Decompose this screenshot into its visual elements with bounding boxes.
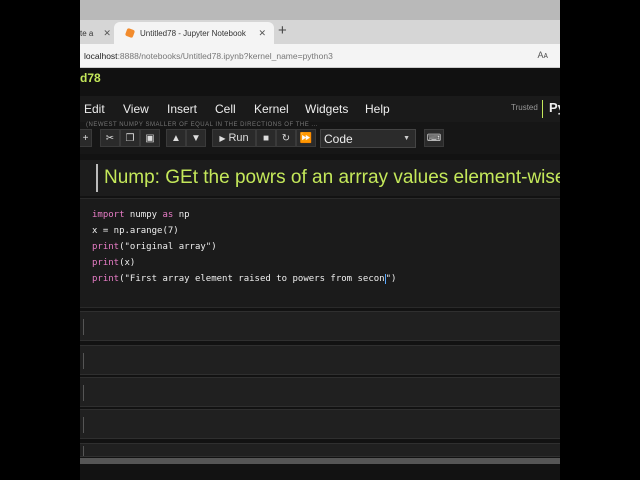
play-icon: ▶ bbox=[219, 133, 226, 143]
move-down-button[interactable]: ▼ bbox=[186, 129, 206, 147]
tab-previous-label: te a bbox=[80, 28, 94, 38]
menu-widgets[interactable]: Widgets bbox=[305, 102, 348, 116]
copy-icon: ❐ bbox=[125, 132, 135, 144]
cut-button[interactable]: ✂ bbox=[100, 129, 120, 147]
fast-forward-icon: ⏩ bbox=[299, 132, 313, 144]
keyboard-icon: ⌨ bbox=[426, 132, 442, 144]
trusted-indicator[interactable]: Trusted bbox=[511, 103, 538, 112]
menu-kernel[interactable]: Kernel bbox=[254, 102, 289, 116]
paste-button[interactable]: ▣ bbox=[140, 129, 160, 147]
cell-prompt bbox=[83, 417, 84, 433]
menu-insert[interactable]: Insert bbox=[167, 102, 197, 116]
run-button[interactable]: ▶ Run bbox=[212, 129, 256, 147]
scissors-icon: ✂ bbox=[105, 132, 115, 144]
notebook-toolbar: (NEWEST NUMPY SMALLER OF EQUAL IN THE DI… bbox=[80, 122, 560, 154]
chevron-down-icon: ▼ bbox=[403, 135, 410, 142]
cell-prompt bbox=[83, 353, 84, 369]
close-tab-icon[interactable]: ✕ bbox=[103, 28, 111, 39]
menu-cell[interactable]: Cell bbox=[215, 102, 236, 116]
url-host: localhost bbox=[84, 50, 118, 61]
code-line: print("original array") bbox=[92, 239, 396, 255]
cell-type-select[interactable]: Code ▼ bbox=[320, 129, 416, 148]
code-builtin: print bbox=[92, 274, 120, 284]
stop-icon: ■ bbox=[262, 132, 270, 144]
browser-window: te a ✕ Untitled78 - Jupyter Notebook ✕ +… bbox=[80, 0, 560, 480]
kernel-divider bbox=[542, 100, 543, 118]
url-path: :8888/notebooks/Untitled78.ipynb?kernel_… bbox=[117, 50, 333, 61]
notebook-header: d78 bbox=[80, 68, 560, 90]
empty-code-cell[interactable] bbox=[80, 409, 560, 439]
tab-active[interactable]: Untitled78 - Jupyter Notebook ✕ bbox=[114, 22, 274, 44]
cell-prompt bbox=[83, 385, 84, 401]
arrow-up-icon: ▲ bbox=[171, 132, 181, 144]
code-line: import numpy as np bbox=[92, 207, 396, 223]
cell-prompt bbox=[83, 446, 84, 456]
code-editor[interactable]: import numpy as np x = np.arange(7) print(… bbox=[92, 207, 396, 287]
tab-previous[interactable]: te a ✕ bbox=[80, 22, 112, 44]
kernel-name[interactable]: Py bbox=[549, 100, 560, 115]
code-token: (x) bbox=[119, 258, 136, 268]
arrow-down-icon: ▼ bbox=[191, 132, 201, 144]
address-bar[interactable]: localhost:8888/notebooks/Untitled78.ipyn… bbox=[80, 44, 560, 68]
notebook-title[interactable]: d78 bbox=[80, 71, 101, 85]
code-token: ("original array") bbox=[119, 242, 217, 252]
close-tab-icon[interactable]: ✕ bbox=[258, 28, 266, 39]
empty-code-cell[interactable] bbox=[80, 345, 560, 375]
add-cell-button[interactable]: + bbox=[80, 129, 92, 147]
cell-type-value: Code bbox=[324, 131, 353, 146]
cell-prompt bbox=[83, 319, 84, 335]
menu-bar: Edit View Insert Cell Kernel Widgets Hel… bbox=[80, 96, 560, 122]
tab-active-label: Untitled78 - Jupyter Notebook bbox=[140, 28, 246, 38]
url-text[interactable]: localhost:8888/notebooks/Untitled78.ipyn… bbox=[84, 51, 333, 61]
code-cell[interactable]: import numpy as np x = np.arange(7) print(… bbox=[80, 198, 560, 308]
code-token: np bbox=[173, 210, 190, 220]
command-palette-button[interactable]: ⌨ bbox=[424, 129, 444, 147]
paste-icon: ▣ bbox=[145, 132, 155, 144]
jupyter-notebook-icon bbox=[124, 27, 136, 39]
restart-icon: ↻ bbox=[281, 132, 291, 144]
code-builtin: print bbox=[92, 242, 120, 252]
empty-code-cell[interactable] bbox=[80, 377, 560, 407]
restart-run-all-button[interactable]: ⏩ bbox=[296, 129, 316, 147]
scrolled-text-ghost: (NEWEST NUMPY SMALLER OF EQUAL IN THE DI… bbox=[86, 122, 318, 128]
menu-help[interactable]: Help bbox=[365, 102, 390, 116]
code-line: print("First array element raised to pow… bbox=[92, 271, 396, 287]
horizontal-scrollbar[interactable] bbox=[80, 458, 560, 464]
copy-button[interactable]: ❐ bbox=[120, 129, 140, 147]
code-line: print(x) bbox=[92, 255, 396, 271]
cell-selection-bar bbox=[96, 164, 98, 192]
markdown-cell[interactable]: Nump: GEt the powrs of an arrray values … bbox=[80, 160, 560, 196]
window-titlebar bbox=[80, 0, 560, 20]
move-up-button[interactable]: ▲ bbox=[166, 129, 186, 147]
notebook-area: Nump: GEt the powrs of an arrray values … bbox=[80, 154, 560, 480]
code-keyword: as bbox=[162, 210, 174, 220]
read-aloud-icon[interactable]: Aᴀ bbox=[538, 50, 548, 60]
empty-code-cell[interactable] bbox=[80, 311, 560, 341]
menu-view[interactable]: View bbox=[123, 102, 149, 116]
restart-button[interactable]: ↻ bbox=[276, 129, 296, 147]
run-button-label: Run bbox=[228, 132, 249, 144]
code-token: numpy bbox=[124, 210, 163, 220]
code-line: x = np.arange(7) bbox=[92, 226, 179, 236]
code-token: ("First array element raised to powers f… bbox=[119, 274, 385, 284]
empty-code-cell[interactable] bbox=[80, 443, 560, 457]
interrupt-button[interactable]: ■ bbox=[256, 129, 276, 147]
markdown-heading: Nump: GEt the powrs of an arrray values … bbox=[104, 167, 560, 188]
menu-edit[interactable]: Edit bbox=[84, 102, 105, 116]
new-tab-button[interactable]: + bbox=[278, 22, 287, 40]
code-token: ") bbox=[385, 274, 397, 284]
plus-icon: + bbox=[82, 132, 89, 144]
code-builtin: print bbox=[92, 258, 120, 268]
code-keyword: import bbox=[92, 210, 125, 220]
tab-bar: te a ✕ Untitled78 - Jupyter Notebook ✕ bbox=[80, 20, 560, 44]
